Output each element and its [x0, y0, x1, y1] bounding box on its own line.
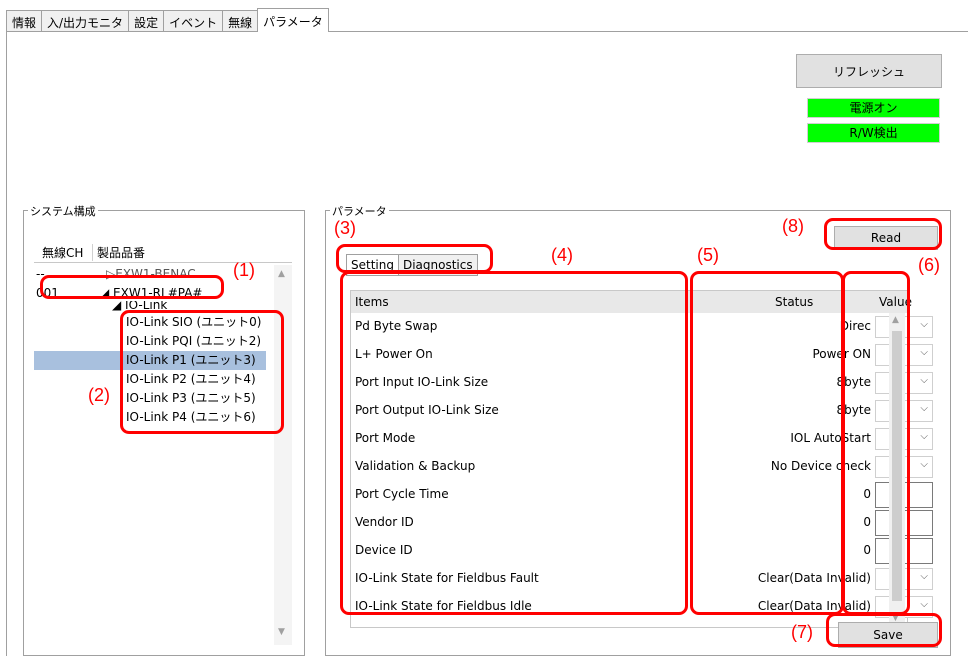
tab-info[interactable]: 情報	[6, 10, 42, 32]
chevron-down-icon: ⌵	[920, 599, 928, 610]
callout-number-8: (8)	[782, 216, 804, 236]
callout-box-4	[340, 271, 688, 615]
callout-box-1	[40, 275, 224, 299]
scroll-up-arrow-icon[interactable]: ▲	[278, 269, 285, 279]
col-header-channel: 無線CH	[42, 246, 84, 260]
callout-number-3: (3)	[334, 218, 356, 238]
tab-io-monitor[interactable]: 入/出力モニタ	[41, 10, 129, 32]
tab-settings[interactable]: 設定	[128, 10, 164, 32]
tab-events[interactable]: イベント	[163, 10, 223, 32]
parameter-title: パラメータ	[330, 203, 389, 219]
callout-box-2	[120, 310, 284, 434]
scroll-down-arrow-icon[interactable]: ▼	[278, 627, 285, 637]
callout-number-6: (6)	[918, 255, 940, 275]
tab-wireless[interactable]: 無線	[222, 10, 258, 32]
col-header-product: 製品品番	[92, 244, 145, 261]
callout-number-4: (4)	[551, 245, 573, 265]
chevron-down-icon: ⌵	[920, 571, 928, 582]
callout-number-5: (5)	[697, 245, 719, 265]
chevron-down-icon: ⌵	[920, 319, 928, 330]
main-tab-bar: 情報 入/出力モニタ 設定 イベント 無線 パラメータ	[6, 8, 329, 32]
callout-box-8	[824, 218, 942, 250]
refresh-button[interactable]: リフレッシュ	[796, 54, 942, 88]
power-status-badge: 電源オン	[807, 98, 940, 118]
tab-parameters[interactable]: パラメータ	[257, 8, 329, 32]
callout-number-1: (1)	[233, 260, 255, 280]
callout-box-3	[336, 244, 493, 273]
callout-box-5	[690, 271, 844, 615]
chevron-down-icon: ⌵	[920, 375, 928, 386]
chevron-down-icon: ⌵	[920, 403, 928, 414]
chevron-down-icon: ⌵	[920, 459, 928, 470]
chevron-down-icon: ⌵	[920, 431, 928, 442]
callout-box-7	[826, 613, 942, 647]
system-config-title: システム構成	[28, 203, 98, 219]
callout-number-7: (7)	[791, 622, 813, 642]
callout-box-6	[842, 271, 910, 615]
rw-status-badge: R/W検出	[807, 123, 940, 143]
callout-number-2: (2)	[88, 385, 110, 405]
chevron-down-icon: ⌵	[920, 347, 928, 358]
